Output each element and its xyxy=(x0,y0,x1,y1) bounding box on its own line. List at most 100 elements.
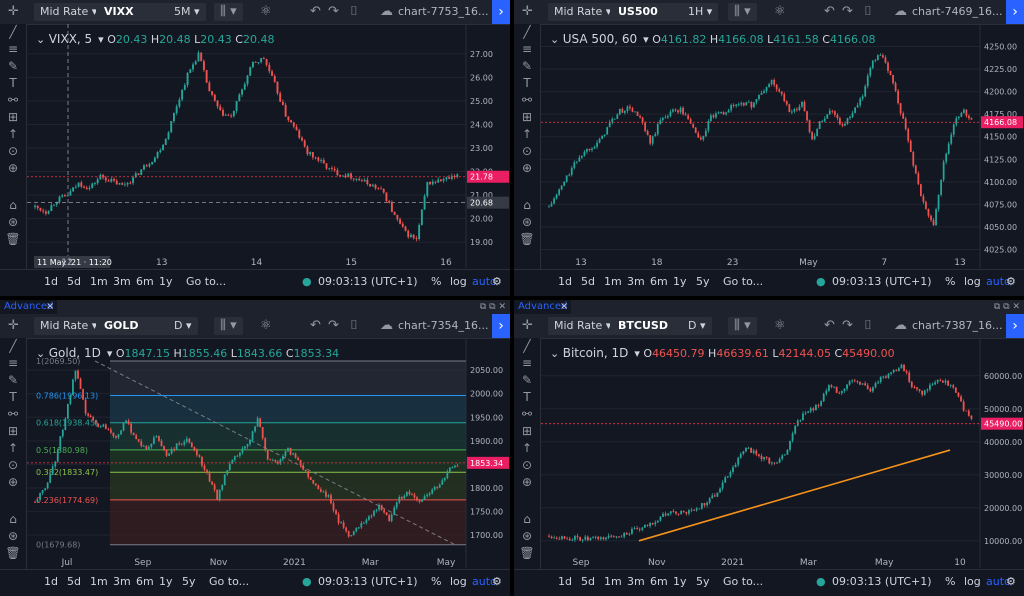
clock-label[interactable]: 09:03:13 (UTC+1) xyxy=(832,575,932,588)
range-button-1y[interactable]: 1y xyxy=(159,575,173,588)
log-scale-button[interactable]: log xyxy=(964,275,981,288)
log-scale-button[interactable]: log xyxy=(450,275,467,288)
range-button-1m[interactable]: 1m xyxy=(604,575,622,588)
range-button-3m[interactable]: 3m xyxy=(113,275,131,288)
log-scale-button[interactable]: log xyxy=(450,575,467,588)
candle xyxy=(892,74,894,84)
candle xyxy=(669,111,672,116)
candle xyxy=(628,533,631,535)
range-button-1d[interactable]: 1d xyxy=(44,575,58,588)
trendline[interactable] xyxy=(638,449,951,542)
candle xyxy=(74,370,77,380)
legend-title[interactable]: USA 500, 60 xyxy=(563,32,637,46)
y-tick-label: 4050.00 xyxy=(984,223,1017,232)
candle xyxy=(89,415,92,418)
candle xyxy=(332,503,335,511)
candle xyxy=(672,511,675,513)
range-button-5d[interactable]: 5d xyxy=(581,275,595,288)
range-button-1y[interactable]: 1y xyxy=(159,275,173,288)
range-button-6m[interactable]: 6m xyxy=(650,275,668,288)
y-tick-label: 60000.00 xyxy=(984,372,1022,381)
range-button-1y[interactable]: 1y xyxy=(673,275,687,288)
candle xyxy=(322,491,325,493)
range-button-5y[interactable]: 5y xyxy=(696,275,710,288)
candle xyxy=(854,107,856,113)
range-button-goto[interactable]: Go to... xyxy=(723,275,763,288)
candle xyxy=(778,89,781,92)
price-chart[interactable]: 10000.00 20000.00 30000.00 40000.00 50000.00… xyxy=(514,300,1024,596)
candle xyxy=(960,396,962,402)
range-button-5d[interactable]: 5d xyxy=(67,575,81,588)
range-button-3m[interactable]: 3m xyxy=(627,275,645,288)
range-button-6m[interactable]: 6m xyxy=(650,575,668,588)
candle xyxy=(704,130,707,137)
legend-title[interactable]: Bitcoin, 1D xyxy=(563,346,629,360)
clock-label[interactable]: 09:03:13 (UTC+1) xyxy=(318,575,418,588)
collapse-icon[interactable]: ⌄ xyxy=(550,347,559,360)
percent-scale-button[interactable]: % xyxy=(431,575,441,588)
candle xyxy=(592,537,594,539)
clock-label[interactable]: 09:03:13 (UTC+1) xyxy=(832,275,932,288)
percent-scale-button[interactable]: % xyxy=(945,275,955,288)
settings-icon[interactable]: ⚙ xyxy=(1006,275,1016,288)
candle xyxy=(380,188,382,190)
percent-scale-button[interactable]: % xyxy=(431,275,441,288)
candle xyxy=(713,495,716,497)
log-scale-button[interactable]: log xyxy=(964,575,981,588)
range-button-6m[interactable]: 6m xyxy=(136,575,154,588)
range-button-5y[interactable]: 5y xyxy=(182,575,196,588)
range-button-3m[interactable]: 3m xyxy=(113,575,131,588)
collapse-icon[interactable]: ⌄ xyxy=(36,33,45,46)
dropdown-icon[interactable]: ▾ xyxy=(107,347,113,360)
candle xyxy=(548,206,550,208)
candle xyxy=(576,536,579,538)
dropdown-icon[interactable]: ▾ xyxy=(98,33,104,46)
candle xyxy=(117,434,120,438)
range-button-1y[interactable]: 1y xyxy=(673,575,687,588)
x-tick-label: 14 xyxy=(251,258,263,268)
candle xyxy=(721,482,724,489)
range-button-goto[interactable]: Go to... xyxy=(186,275,226,288)
range-button-5d[interactable]: 5d xyxy=(581,575,595,588)
candle xyxy=(962,401,965,411)
settings-icon[interactable]: ⚙ xyxy=(492,575,502,588)
range-button-6m[interactable]: 6m xyxy=(136,275,154,288)
candle xyxy=(412,234,415,239)
legend-title[interactable]: Gold, 1D xyxy=(49,346,101,360)
candle xyxy=(96,179,99,184)
candle xyxy=(130,423,133,433)
price-chart[interactable]: 1700.001750.001800.001850.001900.001950.… xyxy=(0,300,510,596)
candle xyxy=(256,418,259,427)
candle xyxy=(352,178,355,180)
collapse-icon[interactable]: ⌄ xyxy=(550,33,559,46)
range-button-1m[interactable]: 1m xyxy=(90,275,108,288)
percent-scale-button[interactable]: % xyxy=(945,575,955,588)
range-button-3m[interactable]: 3m xyxy=(627,575,645,588)
clock-label[interactable]: 09:03:13 (UTC+1) xyxy=(318,275,418,288)
candle xyxy=(264,438,267,450)
range-button-goto[interactable]: Go to... xyxy=(723,575,763,588)
collapse-icon[interactable]: ⌄ xyxy=(36,347,45,360)
candle xyxy=(309,477,312,480)
range-button-1m[interactable]: 1m xyxy=(604,275,622,288)
candle xyxy=(823,118,826,122)
range-button-1d[interactable]: 1d xyxy=(558,275,572,288)
candle xyxy=(599,537,602,540)
legend-open: 1847.15 xyxy=(124,347,171,360)
range-button-goto[interactable]: Go to... xyxy=(209,575,249,588)
y-tick-label: 19.00 xyxy=(470,238,493,247)
legend-title[interactable]: VIXX, 5 xyxy=(49,32,92,46)
candle xyxy=(913,387,916,388)
settings-icon[interactable]: ⚙ xyxy=(1006,575,1016,588)
dropdown-icon[interactable]: ▾ xyxy=(634,347,640,360)
range-button-1d[interactable]: 1d xyxy=(44,275,58,288)
range-button-1m[interactable]: 1m xyxy=(90,575,108,588)
legend-low: 1843.66 xyxy=(236,347,283,360)
range-button-5y[interactable]: 5y xyxy=(696,575,710,588)
dropdown-icon[interactable]: ▾ xyxy=(643,33,649,46)
range-button-1d[interactable]: 1d xyxy=(558,575,572,588)
candle xyxy=(56,449,59,462)
settings-icon[interactable]: ⚙ xyxy=(492,275,502,288)
candle xyxy=(783,94,786,102)
range-button-5d[interactable]: 5d xyxy=(67,275,81,288)
